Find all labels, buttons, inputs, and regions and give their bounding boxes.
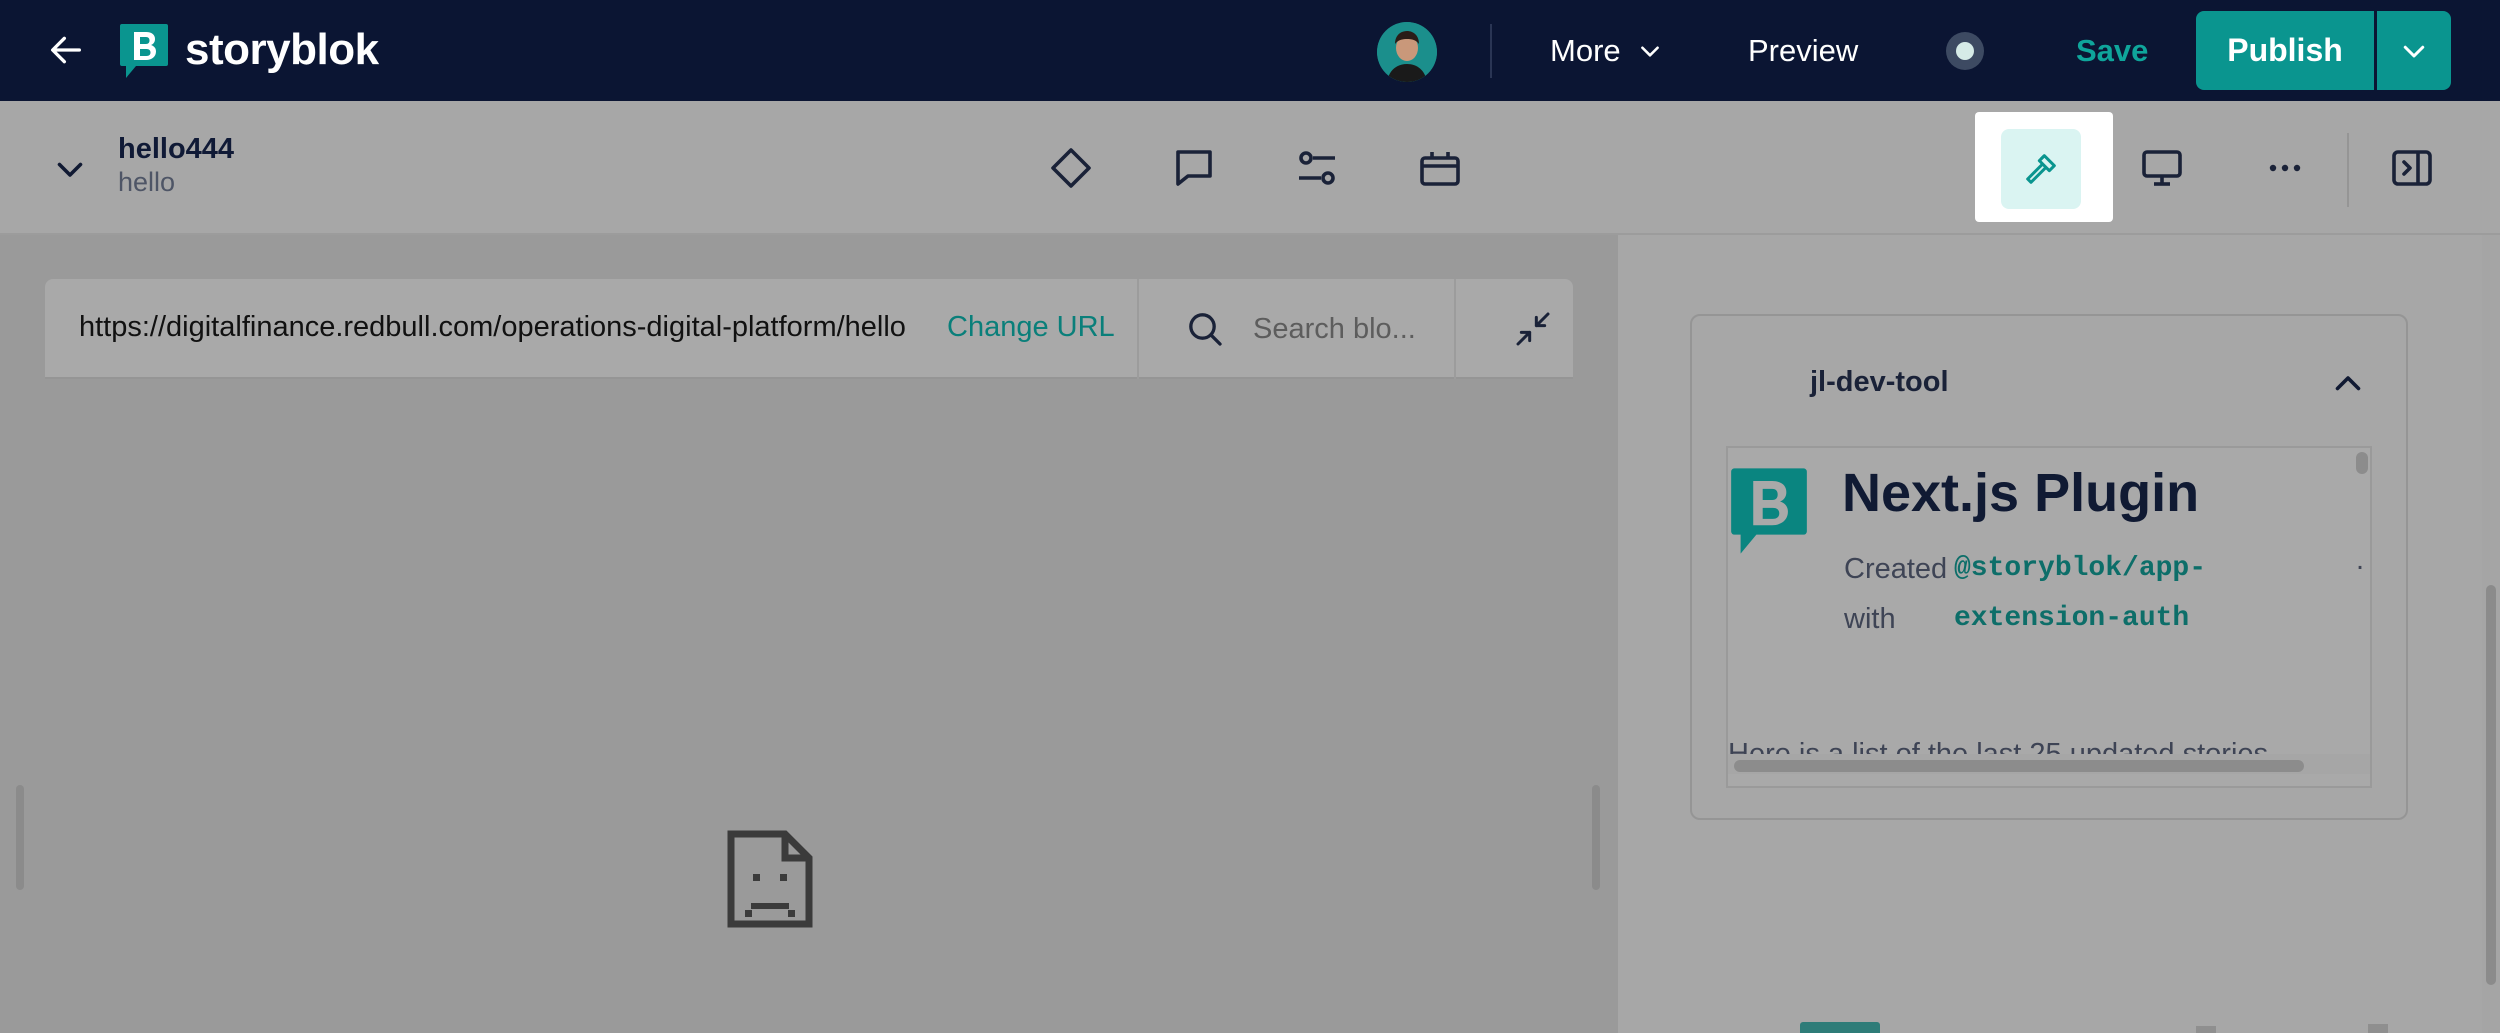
resize-handle[interactable] <box>16 785 24 890</box>
publish-options-button[interactable] <box>2377 11 2451 90</box>
preview-url-bar: https://digitalfinance.redbull.com/opera… <box>45 279 1573 379</box>
period-mark: . <box>2356 544 2365 576</box>
save-button[interactable]: Save <box>2076 28 2148 74</box>
arrow-left-icon[interactable] <box>46 30 86 70</box>
blocks-icon[interactable] <box>1416 144 1464 192</box>
settings-sliders-icon[interactable] <box>1293 144 1341 192</box>
divider <box>1137 279 1139 379</box>
plugin-panel: jl-dev-tool Next.js Plugin Created with … <box>1690 314 2408 820</box>
more-dots-icon[interactable] <box>2261 144 2309 192</box>
chevron-down-icon[interactable] <box>52 151 88 187</box>
dev-tool-button-highlight <box>1975 112 2113 222</box>
search-blocks-input[interactable] <box>1253 309 1453 349</box>
monitor-icon[interactable] <box>2138 144 2186 192</box>
resize-handle[interactable] <box>1592 785 1600 890</box>
storyblok-logo-icon <box>120 24 168 78</box>
chevron-down-icon <box>1640 46 1659 57</box>
chevron-down-icon <box>2403 45 2425 57</box>
story-title: hello444 <box>118 133 235 165</box>
more-label: More <box>1550 33 1621 68</box>
editor-toolbar: hello444 hello <box>0 101 2500 235</box>
horizontal-scroll-thumb[interactable] <box>1734 760 2304 772</box>
plugin-title: jl-dev-tool <box>1810 366 1949 398</box>
search-icon <box>1189 313 1222 346</box>
preview-url: https://digitalfinance.redbull.com/opera… <box>79 311 906 343</box>
divider <box>1454 279 1456 379</box>
plugin-iframe[interactable]: Next.js Plugin Created with @storyblok/a… <box>1726 446 2372 788</box>
user-avatar-icon <box>1377 22 1437 82</box>
created-with-label: Created with <box>1844 553 1948 635</box>
storyblok-logo-icon <box>1731 468 1807 554</box>
comment-icon[interactable] <box>1170 144 1218 192</box>
cut-off-tab <box>1800 1022 1880 1033</box>
story-slug: hello <box>118 167 176 197</box>
minimize-icon[interactable] <box>1513 309 1553 349</box>
chevron-up-icon[interactable] <box>2330 366 2366 402</box>
more-dropdown-button[interactable]: More <box>1550 28 1663 74</box>
preview-button[interactable]: Preview <box>1748 28 1858 74</box>
broken-page-icon <box>727 830 813 928</box>
brand-name: storyblok <box>185 25 379 74</box>
dev-tool-button[interactable] <box>2001 129 2081 209</box>
cut-off-element <box>2196 1026 2216 1033</box>
hammer-icon <box>2026 154 2056 184</box>
status-indicator-icon <box>1946 32 1984 70</box>
vertical-scroll-thumb[interactable] <box>2356 452 2368 474</box>
cut-off-element <box>2368 1024 2388 1033</box>
avatar[interactable] <box>1377 22 1437 82</box>
divider <box>2347 133 2349 207</box>
change-url-link[interactable]: Change URL <box>947 311 1115 344</box>
top-navigation-bar: storyblok More Preview Save Publish <box>0 0 2500 101</box>
publish-button[interactable]: Publish <box>2196 11 2374 90</box>
plugin-heading: Next.js Plugin <box>1842 463 2200 523</box>
divider <box>1490 24 1492 78</box>
sidebar-toggle-icon[interactable] <box>2388 144 2436 192</box>
package-name: @storyblok/app-extension-auth <box>1954 553 2207 634</box>
diamond-icon[interactable] <box>1047 144 1095 192</box>
sidebar-scroll-thumb[interactable] <box>2486 585 2496 985</box>
